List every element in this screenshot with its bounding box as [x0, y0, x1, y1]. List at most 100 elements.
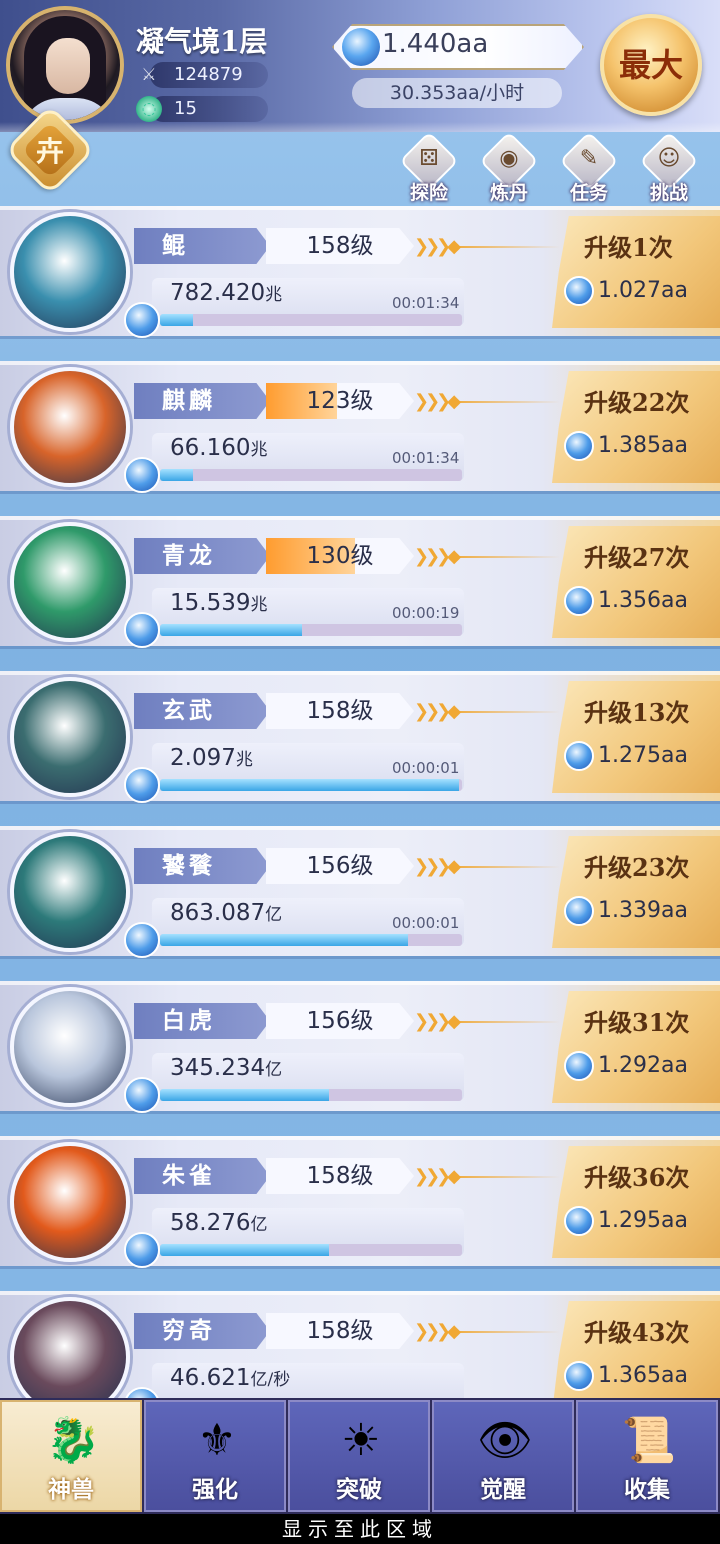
pavilion-icon: 卉	[35, 135, 65, 168]
cycle-timer: 00:00:19	[392, 604, 460, 622]
level-text: 158级	[306, 1318, 374, 1344]
beast-level: 158级	[266, 693, 414, 729]
beast-level: 158级	[266, 228, 414, 264]
beast-row: 朱雀 158级 ❯❯❯◆ 58.276亿 升级36次 1.295aa	[0, 1136, 720, 1268]
output-progress-fill	[160, 1089, 330, 1101]
beast-row: 玄武 158级 ❯❯❯◆ 2.097兆 00:00:01 升级13次 1.275aa	[0, 671, 720, 803]
upgrade-cost: 1.027aa	[598, 278, 688, 303]
player-header: 凝气境1层 124879 ⚔ 15 ◌ 1.440aa 30.353aa/小时 …	[0, 0, 720, 132]
spirit-orb-icon	[564, 431, 594, 461]
output-progress-fill	[160, 779, 459, 791]
cycle-timer: 00:01:34	[392, 294, 460, 312]
tab-4[interactable]: 📜 收集	[576, 1400, 718, 1512]
upgrade-count: 升级36次	[584, 1163, 690, 1192]
tab-1[interactable]: ⚜ 强化	[144, 1400, 286, 1512]
menu-button-2[interactable]: ✎ 任务	[556, 131, 622, 204]
output-value: 46.621亿/秒	[170, 1365, 290, 1391]
beast-row: 饕餮 156级 ❯❯❯◆ 863.087亿 00:00:01 升级23次 1.339aa	[0, 826, 720, 958]
output-progress-track	[160, 469, 462, 481]
jade-icon: ◌	[136, 96, 162, 122]
menu-label: 挑战	[649, 182, 688, 204]
level-text: 156级	[306, 853, 374, 879]
player-realm-title: 凝气境1层	[136, 25, 268, 58]
menu-button-3[interactable]: ☺ 挑战	[636, 131, 702, 204]
tab-label: 强化	[192, 1477, 238, 1503]
beast-portrait[interactable]	[10, 677, 130, 797]
output-value: 58.276亿	[170, 1210, 267, 1236]
output-number: 2.097	[170, 745, 236, 771]
output-number: 15.539	[170, 590, 251, 616]
upgrade-cost: 1.365aa	[598, 1363, 688, 1388]
spirit-orb-icon	[124, 1077, 160, 1113]
footer-note: 显示至此区域	[0, 1514, 720, 1544]
output-unit: 兆	[235, 750, 253, 770]
beast-portrait[interactable]	[10, 1142, 130, 1262]
tab-label: 收集	[624, 1477, 670, 1503]
output-progress-track	[160, 314, 462, 326]
decor-line	[450, 866, 560, 868]
tab-3[interactable]: 👁 觉醒	[432, 1400, 574, 1512]
beast-level: 158级	[266, 1313, 414, 1349]
output-unit: 兆	[265, 285, 283, 305]
bottom-nav: 🐉 神兽 ⚜ 强化 ☀ 突破 👁 觉醒 📜 收集	[0, 1398, 720, 1514]
beast-portrait[interactable]	[10, 522, 130, 642]
output-progress-fill	[160, 314, 194, 326]
currency-amount: 1.440aa	[382, 29, 489, 59]
output-unit: 兆	[250, 440, 268, 460]
decor-line	[450, 401, 560, 403]
output-progress-track	[160, 779, 462, 791]
upgrade-count: 升级1次	[584, 233, 673, 262]
output-progress-track	[160, 1244, 462, 1256]
beast-portrait[interactable]	[10, 367, 130, 487]
beast-name: 麒麟	[134, 383, 270, 419]
level-text: 156级	[306, 1008, 374, 1034]
decor-line	[450, 246, 560, 248]
beast-portrait[interactable]	[10, 212, 130, 332]
orb-icon: ☀	[341, 1415, 381, 1466]
tab-2[interactable]: ☀ 突破	[288, 1400, 430, 1512]
menu-label: 任务	[569, 182, 608, 204]
monk-icon: ☺	[657, 146, 681, 171]
output-progress-fill	[160, 934, 408, 946]
beast-level: 156级	[266, 848, 414, 884]
output-unit: 亿	[265, 905, 283, 925]
decor-line	[450, 556, 560, 558]
scroll-icon: 📜	[621, 1415, 677, 1466]
beast-portrait[interactable]	[10, 832, 130, 952]
max-button[interactable]: 最大	[600, 14, 702, 116]
menu-label: 炼丹	[489, 182, 528, 204]
upgrade-count: 升级43次	[584, 1318, 690, 1347]
tab-0[interactable]: 🐉 神兽	[0, 1400, 142, 1512]
beast-name: 穷奇	[134, 1313, 270, 1349]
output-value: 863.087亿	[170, 900, 282, 926]
output-unit: 亿	[250, 1215, 268, 1235]
menu-button-0[interactable]: ⚄ 探险	[396, 131, 462, 204]
upgrade-cost: 1.275aa	[598, 743, 688, 768]
spirit-orb-icon	[124, 922, 160, 958]
output-progress-track	[160, 934, 462, 946]
upgrade-count: 升级13次	[584, 698, 690, 727]
upgrade-count: 升级31次	[584, 1008, 690, 1037]
beast-row: 白虎 156级 ❯❯❯◆ 345.234亿 升级31次 1.292aa	[0, 981, 720, 1113]
player-avatar[interactable]	[6, 6, 124, 124]
level-text: 158级	[306, 233, 374, 259]
output-number: 863.087	[170, 900, 266, 926]
output-number: 782.420	[170, 280, 266, 306]
spirit-orb-icon	[564, 1051, 594, 1081]
spirit-orb-icon	[124, 612, 160, 648]
spirit-orb-icon	[124, 767, 160, 803]
decor-line	[450, 711, 560, 713]
output-value: 345.234亿	[170, 1055, 282, 1081]
output-number: 66.160	[170, 435, 251, 461]
beast-portrait[interactable]	[10, 987, 130, 1107]
upgrade-cost: 1.356aa	[598, 588, 688, 613]
spirit-orb-icon	[564, 276, 594, 306]
spirit-orb-icon	[124, 1232, 160, 1268]
beast-row: 鲲 158级 ❯❯❯◆ 782.420兆 00:01:34 升级1次 1.027aa	[0, 206, 720, 338]
beast-name: 鲲	[134, 228, 270, 264]
menu-button-1[interactable]: ◉ 炼丹	[476, 131, 542, 204]
cycle-timer: 00:01:34	[392, 449, 460, 467]
output-value: 2.097兆	[170, 745, 253, 771]
spirit-orb-icon	[564, 586, 594, 616]
beast-level: 156级	[266, 1003, 414, 1039]
